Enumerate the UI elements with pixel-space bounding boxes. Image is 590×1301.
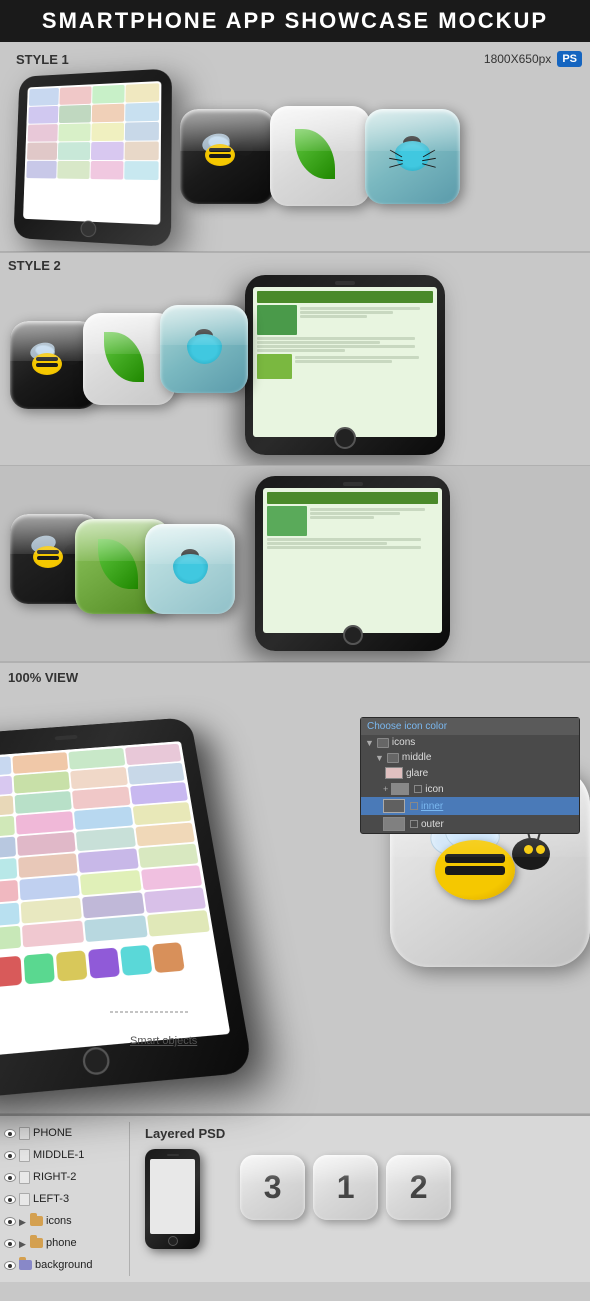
phone-mockup-style1 [13, 68, 172, 247]
layers-panel-title: Choose icon color [361, 718, 579, 735]
view100-label: 100% VIEW [0, 666, 86, 689]
layer-row-glare: glare [361, 765, 579, 781]
view100-section: 100% VIEW [0, 662, 590, 1113]
app-icons-middle [10, 514, 240, 614]
style1-label: STYLE 1 [8, 48, 77, 69]
layer-row-background: background [0, 1254, 129, 1276]
layer-row-middle1: MIDDLE-1 [0, 1144, 129, 1166]
folder-icon-icons2 [30, 1216, 43, 1226]
layer-row-icon: + icon [361, 781, 579, 797]
eye-icon-background[interactable] [4, 1261, 16, 1270]
bottom-right: Layered PSD 3 1 2 [135, 1122, 590, 1253]
file-icon-right2 [19, 1171, 30, 1184]
mini-phone [145, 1149, 200, 1249]
layer-middle1-label: MIDDLE-1 [33, 1149, 84, 1161]
phone-screen-style1 [23, 81, 161, 225]
bee-icon-dark [180, 109, 275, 204]
layer-row-middle: ▼ middle [361, 750, 579, 765]
layer-row-right2: RIGHT-2 [0, 1166, 129, 1188]
phone-mockup-middle [255, 476, 450, 651]
layer-background-label: background [35, 1259, 93, 1271]
bug-icon-middle [145, 524, 235, 614]
file-icon-left3 [19, 1193, 30, 1206]
arrow-icon-phone2: ▶ [19, 1239, 27, 1247]
page-title: SMARTPHONE APP SHOWCASE MOCKUP [0, 8, 590, 34]
eye-icon-left3[interactable] [4, 1195, 16, 1204]
file-icon-middle1 [19, 1149, 30, 1162]
eye-icon-phone[interactable] [4, 1129, 16, 1138]
folder-icon-phone2 [30, 1238, 43, 1248]
layers-list: PHONE MIDDLE-1 RIGHT-2 LEFT-3 ▶ icons ▶ [0, 1122, 130, 1276]
layer-row-left3: LEFT-3 [0, 1188, 129, 1210]
layer-row-phone2: ▶ phone [0, 1232, 129, 1254]
app-icons-style2-stacked [10, 321, 230, 409]
style1-section: STYLE 1 1800X650px PS [0, 42, 590, 251]
phone-screen-middle [263, 488, 442, 633]
eye-icon-right2[interactable] [4, 1173, 16, 1182]
phone-angled-screen [0, 741, 230, 1058]
number-icon-2: 2 [386, 1155, 451, 1220]
phone-screen-style2 [253, 287, 437, 437]
style2-section: STYLE 2 [0, 252, 590, 465]
phone-mockup-style2 [245, 275, 445, 455]
number-icons: 3 1 2 [240, 1155, 451, 1220]
layers-panel: Choose icon color ▼ icons ▼ middle glare [360, 717, 580, 834]
layer-row-phone: PHONE [0, 1122, 129, 1144]
layer-row-icons: ▼ icons [361, 735, 579, 750]
layer-icons2-label: icons [46, 1215, 72, 1227]
header: SMARTPHONE APP SHOWCASE MOCKUP [0, 0, 590, 42]
leaf-icon-light [270, 106, 370, 206]
arrow-icon-icons2: ▶ [19, 1217, 27, 1225]
bottom-panel: PHONE MIDDLE-1 RIGHT-2 LEFT-3 ▶ icons ▶ [0, 1114, 590, 1282]
folder-icon-background [19, 1260, 32, 1270]
bug-icon-teal [365, 109, 460, 204]
dimensions-label: 1800X650px [484, 52, 551, 66]
ps-badge: PS [557, 51, 582, 67]
layer-row-outer: outer [361, 815, 579, 833]
layer-phone-label: PHONE [33, 1127, 72, 1139]
style2-label: STYLE 2 [0, 254, 69, 275]
layer-right2-label: RIGHT-2 [33, 1171, 76, 1183]
app-icons-style1 [180, 106, 460, 206]
layer-left3-label: LEFT-3 [33, 1193, 69, 1205]
layer-phone2-label: phone [46, 1237, 77, 1249]
smart-objects-label: Smart objects [130, 1035, 197, 1047]
eye-icon-middle1[interactable] [4, 1151, 16, 1160]
layer-row-icons2: ▶ icons [0, 1210, 129, 1232]
file-icon-phone [19, 1127, 30, 1140]
number-icon-3: 3 [240, 1155, 305, 1220]
phone-angled [0, 717, 254, 1101]
middle-section [0, 465, 590, 661]
layered-psd-label: Layered PSD [145, 1126, 225, 1141]
mini-phone-screen [150, 1159, 195, 1234]
bug-icon-style2 [160, 305, 248, 409]
layer-row-inner[interactable]: inner [361, 797, 579, 815]
number-icon-1: 1 [313, 1155, 378, 1220]
eye-icon-icons2[interactable] [4, 1217, 16, 1226]
eye-icon-phone2[interactable] [4, 1239, 16, 1248]
